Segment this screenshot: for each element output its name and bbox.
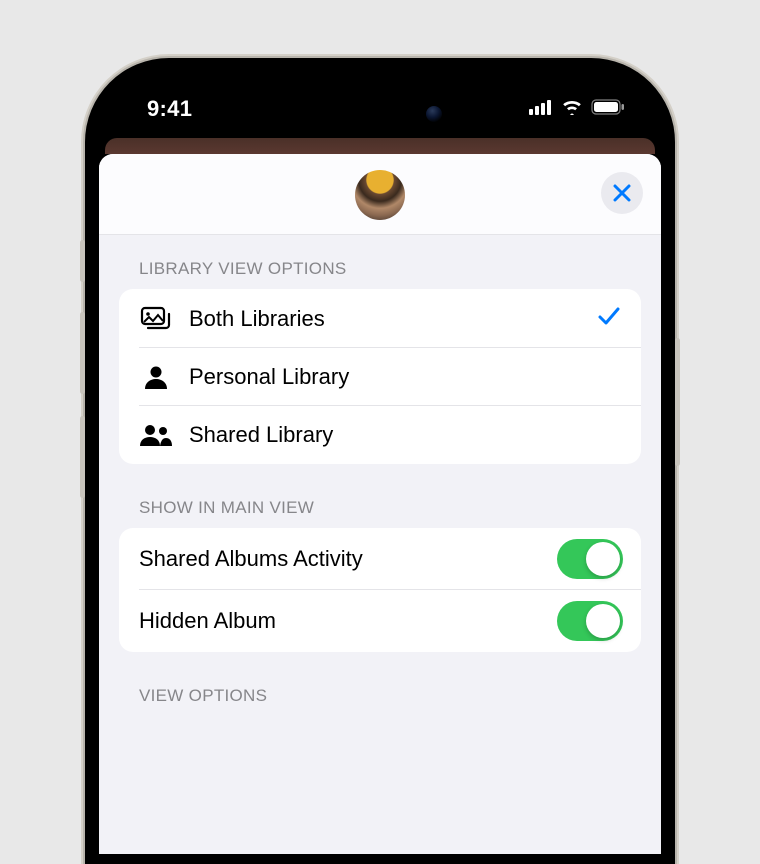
personal-library-label: Personal Library — [189, 364, 621, 390]
settings-sheet: LIBRARY VIEW OPTIONS Both Libraries — [99, 154, 661, 854]
both-libraries-option[interactable]: Both Libraries — [119, 289, 641, 348]
hidden-album-row: Hidden Album — [119, 590, 641, 652]
avatar[interactable] — [355, 170, 405, 220]
dynamic-island — [296, 92, 464, 136]
toggle-knob — [586, 604, 620, 638]
checkmark-icon — [597, 304, 621, 333]
people-icon — [139, 423, 173, 447]
close-button[interactable] — [601, 172, 643, 214]
hidden-album-toggle[interactable] — [557, 601, 623, 641]
close-icon — [613, 184, 631, 202]
screen: 9:41 — [99, 72, 661, 864]
photo-stack-icon — [139, 306, 173, 332]
phone-frame: 9:41 — [85, 58, 675, 864]
status-icons — [529, 99, 625, 120]
silent-switch — [80, 240, 85, 282]
shared-library-label: Shared Library — [189, 422, 621, 448]
shared-albums-activity-label: Shared Albums Activity — [139, 546, 557, 572]
person-icon — [139, 364, 173, 390]
battery-icon — [591, 99, 625, 120]
toggle-knob — [586, 542, 620, 576]
wifi-icon — [561, 99, 583, 120]
backdrop-preview — [105, 138, 655, 154]
volume-up-button — [80, 312, 85, 394]
shared-albums-activity-row: Shared Albums Activity — [119, 528, 641, 590]
sheet-header — [99, 154, 661, 235]
personal-library-option[interactable]: Personal Library — [119, 348, 641, 406]
both-libraries-label: Both Libraries — [189, 306, 597, 332]
power-button — [675, 338, 680, 466]
show-in-main-header: SHOW IN MAIN VIEW — [119, 498, 641, 528]
show-in-main-group: Shared Albums Activity Hidden Album — [119, 528, 641, 652]
volume-down-button — [80, 416, 85, 498]
view-options-header: VIEW OPTIONS — [119, 686, 641, 716]
front-camera-icon — [426, 106, 442, 122]
library-view-header: LIBRARY VIEW OPTIONS — [119, 259, 641, 289]
sheet-content: LIBRARY VIEW OPTIONS Both Libraries — [99, 235, 661, 716]
hidden-album-label: Hidden Album — [139, 608, 557, 634]
cellular-icon — [529, 99, 553, 120]
shared-library-option[interactable]: Shared Library — [119, 406, 641, 464]
library-view-group: Both Libraries — [119, 289, 641, 464]
shared-albums-activity-toggle[interactable] — [557, 539, 623, 579]
status-time: 9:41 — [147, 96, 192, 122]
